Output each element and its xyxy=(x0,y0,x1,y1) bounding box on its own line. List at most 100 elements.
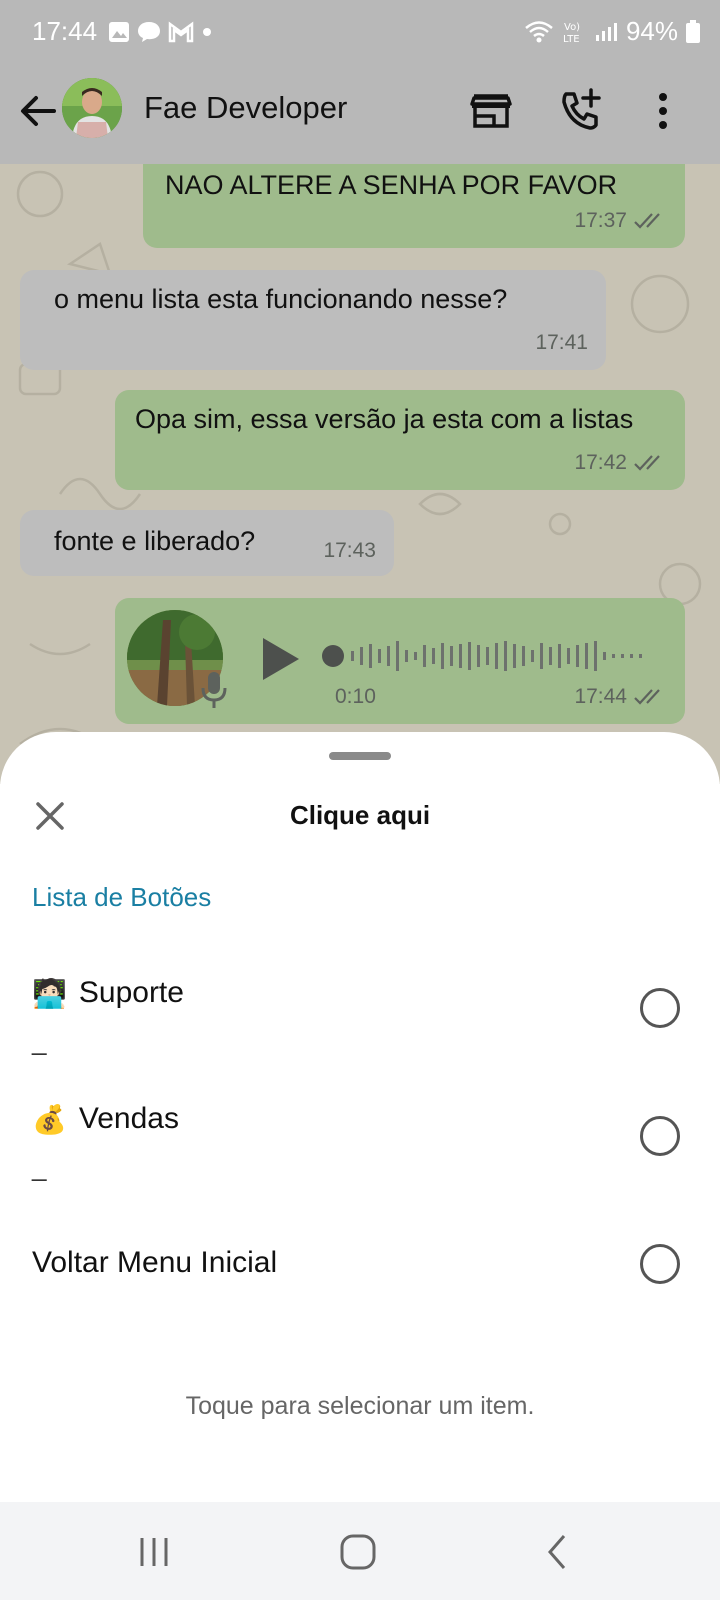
waveform-bar xyxy=(639,654,642,658)
waveform-bar xyxy=(603,652,606,660)
list-option-vendas[interactable]: 💰 Vendas _ xyxy=(0,1102,720,1212)
waveform-bar xyxy=(459,644,462,668)
back-arrow-icon xyxy=(21,96,56,126)
waveform-bar xyxy=(540,643,543,669)
home-icon xyxy=(340,1534,376,1570)
battery-icon xyxy=(686,19,700,43)
waveform-bar xyxy=(558,644,561,668)
waveform-bar xyxy=(522,646,525,666)
waveform-bar xyxy=(423,645,426,667)
message-bubble-outgoing[interactable]: Opa sim, essa versão ja esta com a lista… xyxy=(115,390,685,490)
status-time: 17:44 xyxy=(32,16,98,46)
svg-text:LTE: LTE xyxy=(563,34,580,45)
waveform-bar xyxy=(405,650,408,662)
message-bubble-outgoing[interactable]: NAO ALTERE A SENHA POR FAVOR 17:37 xyxy=(143,164,685,248)
add-call-button[interactable] xyxy=(556,86,606,136)
waveform-bar xyxy=(369,644,372,668)
waveform-bar xyxy=(378,649,381,663)
contact-name[interactable]: Fae Developer xyxy=(144,90,347,126)
dot-icon xyxy=(203,28,211,36)
message-time: 17:41 xyxy=(535,331,588,354)
store-button[interactable] xyxy=(466,86,516,136)
recent-apps-icon xyxy=(140,1538,168,1566)
home-button[interactable] xyxy=(336,1530,380,1574)
waveform-bar xyxy=(585,643,588,669)
message-time: 17:43 xyxy=(323,539,376,562)
message-time: 17:44 xyxy=(574,685,627,708)
read-ticks-icon xyxy=(634,689,660,705)
waveform-bar xyxy=(432,648,435,664)
technologist-emoji-icon: 🧑🏻‍💻 xyxy=(32,977,67,1009)
wifi-icon xyxy=(525,20,553,42)
message-text: NAO ALTERE A SENHA POR FAVOR xyxy=(165,170,618,200)
waveform[interactable] xyxy=(321,634,651,678)
option-label: Vendas xyxy=(78,1102,179,1135)
system-nav-bar xyxy=(0,1502,720,1600)
list-bottom-sheet: Clique aqui Lista de Botões 🧑🏻‍💻 Suporte… xyxy=(0,732,720,1502)
waveform-bar xyxy=(549,647,552,665)
option-label: Suporte xyxy=(78,976,184,1009)
recent-apps-button[interactable] xyxy=(132,1530,176,1574)
store-icon xyxy=(470,94,512,128)
radio-button[interactable] xyxy=(640,988,680,1028)
waveform-bar xyxy=(594,641,597,671)
waveform-bar xyxy=(531,650,534,662)
waveform-bar xyxy=(477,645,480,667)
more-vert-icon xyxy=(659,93,667,129)
waveform-bar xyxy=(360,647,363,665)
list-option-voltar-menu-inicial[interactable]: Voltar Menu Inicial xyxy=(0,1244,720,1356)
voice-duration: 0:10 xyxy=(335,685,376,708)
message-bubble-incoming[interactable]: o menu lista esta funcionando nesse? 17:… xyxy=(20,270,606,370)
avatar-image xyxy=(62,78,122,138)
read-ticks-icon xyxy=(634,213,660,229)
radio-button[interactable] xyxy=(640,1116,680,1156)
waveform-bar xyxy=(612,654,615,658)
sheet-title: Clique aqui xyxy=(289,800,431,830)
waveform-bar xyxy=(513,644,516,668)
waveform-bar xyxy=(468,642,471,670)
system-back-button[interactable] xyxy=(536,1530,580,1574)
waveform-bar xyxy=(504,641,507,671)
chat-icon xyxy=(138,22,160,42)
add-call-icon xyxy=(562,88,601,130)
back-button[interactable] xyxy=(14,86,64,136)
message-time: 17:37 xyxy=(574,209,627,232)
selection-hint: Toque para selecionar um item. xyxy=(185,1392,535,1420)
waveform-bar xyxy=(387,646,390,666)
play-icon xyxy=(263,638,299,680)
message-time: 17:42 xyxy=(574,451,627,474)
waveform-bar xyxy=(396,641,399,671)
message-text: o menu lista esta funcionando nesse? xyxy=(54,284,508,314)
gmail-icon xyxy=(168,21,194,43)
svg-text:Vo): Vo) xyxy=(564,22,580,33)
message-text: fonte e liberado? xyxy=(54,526,256,556)
gallery-icon xyxy=(109,22,129,42)
chat-header: Fae Developer xyxy=(0,64,720,164)
list-option-suporte[interactable]: 🧑🏻‍💻 Suporte _ xyxy=(0,976,720,1086)
volte-icon: Vo)LTE xyxy=(563,22,580,45)
waveform-bar xyxy=(495,643,498,669)
option-description: _ xyxy=(32,1152,47,1182)
play-button[interactable] xyxy=(255,634,305,684)
waveform-bar xyxy=(630,654,633,658)
chat-area[interactable]: NAO ALTERE A SENHA POR FAVOR 17:37 o men… xyxy=(0,164,720,784)
chevron-left-icon xyxy=(548,1535,566,1569)
option-description: _ xyxy=(32,1026,47,1056)
message-bubble-incoming[interactable]: fonte e liberado? 17:43 xyxy=(20,510,394,576)
signal-icon xyxy=(595,22,617,41)
avatar[interactable] xyxy=(62,78,122,138)
waveform-bar xyxy=(414,652,417,660)
waveform-bar xyxy=(486,647,489,665)
battery-percent: 94% xyxy=(625,16,678,46)
microphone-icon xyxy=(201,672,227,708)
message-text: Opa sim, essa versão ja esta com a lista… xyxy=(135,404,634,434)
more-options-button[interactable] xyxy=(638,86,688,136)
waveform-bar xyxy=(567,648,570,664)
voice-message-bubble[interactable]: 0:10 17:44 xyxy=(115,598,685,724)
section-title: Lista de Botões xyxy=(32,882,212,912)
radio-button[interactable] xyxy=(640,1244,680,1284)
waveform-bar xyxy=(621,654,624,658)
waveform-bar xyxy=(441,643,444,669)
waveform-bar xyxy=(450,646,453,666)
drag-handle[interactable] xyxy=(329,752,391,760)
